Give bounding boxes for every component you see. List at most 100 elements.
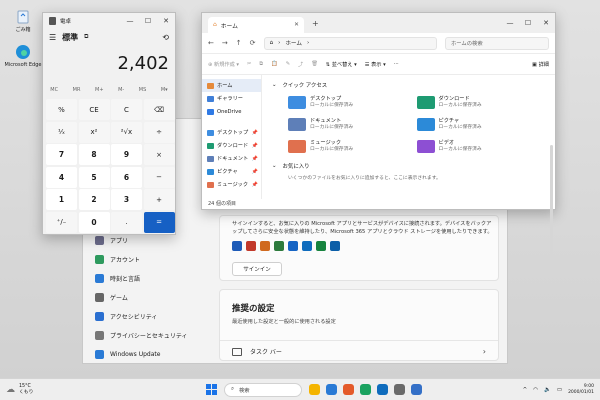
calculator-key[interactable]: %	[46, 99, 77, 120]
clock[interactable]: 9:00 2000/01/01	[568, 384, 594, 396]
address-bar[interactable]: ⌂ › ホーム ›	[263, 36, 437, 50]
calculator-key[interactable]: 4	[46, 166, 77, 188]
minimize-icon[interactable]: —	[501, 19, 519, 27]
calculator-key[interactable]: =	[143, 211, 175, 233]
settings-nav-item[interactable]: プライバシーとセキュリティ	[91, 326, 211, 345]
sidebar-item[interactable]: ダウンロード 📌	[202, 139, 261, 152]
scrollbar[interactable]	[550, 145, 553, 255]
calculator-key[interactable]: 7	[46, 144, 77, 165]
sidebar-item[interactable]: OneDrive	[202, 105, 261, 118]
chevron-up-icon[interactable]: ^	[523, 387, 528, 393]
cut-icon[interactable]: ✂	[247, 61, 251, 67]
sidebar-item[interactable]: ギャラリー	[202, 92, 261, 105]
battery-icon[interactable]: ▭	[557, 387, 562, 393]
quick-access-item[interactable]: ミュージック ローカルに保存済み	[288, 137, 417, 156]
sort-button[interactable]: ⇅ 並べ替え ▾	[326, 61, 357, 68]
taskbar-app-icon[interactable]	[394, 384, 405, 395]
taskbar-app-icon[interactable]	[411, 384, 422, 395]
paste-icon[interactable]: 📋	[271, 61, 277, 67]
calculator-key[interactable]: 1	[46, 189, 77, 210]
close-tab-icon[interactable]: ✕	[294, 22, 299, 28]
calculator-key[interactable]: ×	[143, 144, 175, 165]
quick-access-header[interactable]: ⌄ クイック アクセス	[272, 81, 545, 89]
maximize-icon[interactable]: ☐	[519, 19, 537, 27]
speaker-icon[interactable]: 🔈	[544, 387, 551, 393]
copy-icon[interactable]: ⧉	[259, 61, 263, 68]
calculator-key[interactable]: .	[111, 211, 142, 233]
memory-button[interactable]: M+	[95, 87, 104, 93]
calculator-key[interactable]: +	[143, 189, 175, 210]
calculator-key[interactable]: 8	[78, 144, 110, 165]
back-icon[interactable]: ←	[208, 39, 214, 47]
quick-access-item[interactable]: ピクチャ ローカルに保存済み	[416, 115, 546, 134]
forward-icon[interactable]: →	[222, 39, 228, 47]
calculator-key[interactable]: CE	[78, 99, 110, 120]
quick-access-item[interactable]: ダウンロード ローカルに保存済み	[416, 93, 546, 112]
sidebar-item[interactable]: ドキュメント 📌	[202, 152, 261, 165]
calculator-key[interactable]: ⌫	[143, 99, 175, 120]
memory-button[interactable]: M-	[118, 87, 124, 93]
taskbar-app-icon[interactable]	[343, 384, 354, 395]
maximize-icon[interactable]: ☐	[139, 17, 157, 25]
new-tab-button[interactable]: +	[312, 19, 319, 28]
calculator-key[interactable]: 2	[78, 189, 110, 210]
taskbar-app-icon[interactable]	[326, 384, 337, 395]
sidebar-item[interactable]: ホーム	[202, 79, 261, 92]
calculator-key[interactable]: ²√x	[111, 121, 142, 143]
weather-widget[interactable]: ☁ 15°C くもり	[6, 384, 33, 396]
start-button[interactable]	[206, 384, 217, 395]
sidebar-item[interactable]: ピクチャ 📌	[202, 165, 261, 178]
calculator-key[interactable]: ¹⁄ₓ	[46, 121, 77, 143]
quick-access-item[interactable]: ドキュメント ローカルに保存済み	[288, 115, 417, 134]
taskbar-app-icon[interactable]	[309, 384, 320, 395]
signin-button[interactable]: サインイン	[232, 262, 282, 276]
taskbar-search[interactable]: ⌕ 検索	[224, 382, 302, 397]
quick-access-item[interactable]: デスクトップ ローカルに保存済み	[288, 93, 417, 112]
details-button[interactable]: ▣ 詳細	[532, 61, 549, 68]
minimize-icon[interactable]: —	[121, 17, 139, 25]
calculator-key[interactable]: ⁺/₋	[46, 211, 77, 233]
sidebar-item[interactable]: ミュージック 📌	[202, 178, 261, 191]
keep-on-top-icon[interactable]: ⧉	[84, 33, 88, 41]
quick-access-item[interactable]: ビデオ ローカルに保存済み	[416, 137, 546, 156]
sidebar-item[interactable]: デスクトップ 📌	[202, 126, 261, 139]
taskbar-app-icon[interactable]	[377, 384, 388, 395]
refresh-icon[interactable]: ⟳	[250, 39, 256, 47]
up-icon[interactable]: ↑	[236, 39, 242, 47]
memory-button[interactable]: MS	[139, 87, 147, 93]
view-button[interactable]: ☰ 表示 ▾	[365, 61, 386, 68]
settings-nav-item[interactable]: 時刻と言語	[91, 269, 211, 288]
new-button[interactable]: ⊕ 新規作成 ▾	[208, 61, 239, 68]
memory-button[interactable]: M▾	[161, 87, 168, 93]
desktop-icon-recycle-bin[interactable]: ごみ箱	[4, 8, 42, 33]
calculator-key[interactable]: ÷	[143, 121, 175, 143]
settings-nav-item[interactable]: ゲーム	[91, 288, 211, 307]
menu-icon[interactable]: ☰	[49, 33, 56, 42]
calculator-key[interactable]: −	[143, 166, 175, 188]
settings-nav-item[interactable]: Windows Update	[91, 345, 211, 364]
taskbar-app-icon[interactable]	[360, 384, 371, 395]
close-icon[interactable]: ✕	[157, 17, 175, 25]
calculator-key[interactable]: 9	[111, 144, 142, 165]
explorer-search-input[interactable]: ホームの検索	[445, 36, 549, 50]
calculator-key[interactable]: 3	[111, 189, 142, 210]
rename-icon[interactable]: ✎	[286, 61, 290, 67]
history-icon[interactable]: ⟲	[162, 33, 169, 42]
wifi-icon[interactable]: ◠	[533, 387, 538, 393]
calculator-key[interactable]: 5	[78, 166, 110, 188]
memory-button[interactable]: MR	[73, 87, 81, 93]
favorites-header[interactable]: ⌄ お気に入り	[272, 162, 545, 170]
settings-nav-item[interactable]: アカウント	[91, 250, 211, 269]
delete-icon[interactable]: 🗑	[311, 61, 318, 67]
calculator-titlebar[interactable]: 電卓 — ☐ ✕	[43, 13, 175, 29]
calculator-key[interactable]: C	[111, 99, 142, 120]
memory-button[interactable]: MC	[50, 87, 58, 93]
desktop-icon-edge[interactable]: Microsoft Edge	[4, 44, 42, 68]
close-icon[interactable]: ✕	[537, 19, 555, 27]
share-icon[interactable]: ⤴	[298, 61, 303, 68]
tab-home[interactable]: ⌂ ホーム ✕	[208, 17, 304, 33]
more-options-icon[interactable]: ···	[394, 61, 399, 67]
settings-nav-item[interactable]: アクセシビリティ	[91, 307, 211, 326]
calculator-key[interactable]: 6	[111, 166, 142, 188]
calculator-key[interactable]: x²	[78, 121, 110, 143]
